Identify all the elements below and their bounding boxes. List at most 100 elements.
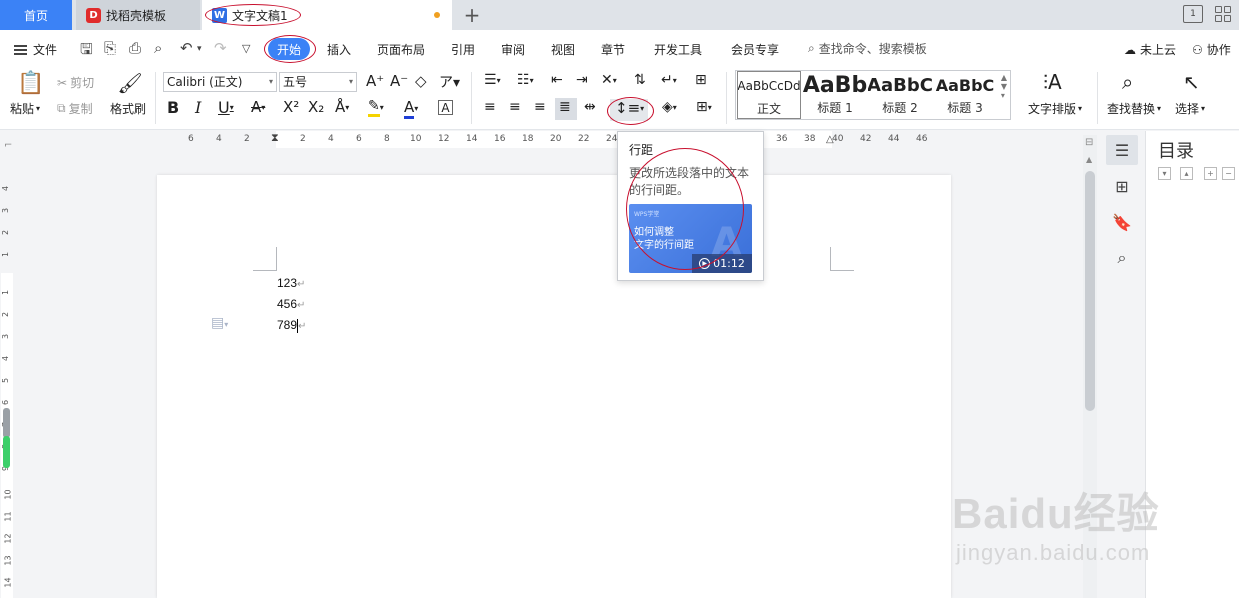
style-heading-1[interactable]: AaBb 标题 1: [803, 71, 867, 119]
clear-format-icon[interactable]: ◇: [415, 72, 427, 90]
font-size-select[interactable]: 五号 ▾: [279, 72, 357, 92]
vertical-ruler[interactable]: 4 3 2 1 1 2 3 4 5 6 7 8 9 10 11 12 13 14: [0, 148, 14, 598]
phonetic-guide-icon[interactable]: ア▾: [439, 72, 460, 92]
tooltip-video-thumbnail[interactable]: WPS学堂 A 如何调整 文字的行间距 ▶ 01:12: [629, 204, 752, 273]
menu-chapter[interactable]: 章节: [601, 41, 625, 58]
save-icon[interactable]: 🖫: [80, 39, 93, 64]
toc-expand-icon[interactable]: ▴: [1180, 167, 1193, 180]
line-spacing-icon[interactable]: ↕≡ ▾: [615, 99, 644, 117]
command-search[interactable]: ⌕ 查找命令、搜索模板: [808, 40, 927, 57]
copy-button[interactable]: ⧉ 复制: [57, 100, 93, 117]
collaborate-button[interactable]: ⚇ 协作: [1192, 41, 1231, 58]
sort-icon[interactable]: ⇅: [634, 72, 646, 88]
toc-panel-icon[interactable]: ☰: [1106, 135, 1138, 165]
show-marks-icon[interactable]: ↵ ▾: [661, 72, 677, 88]
strikethrough-icon[interactable]: A ▾: [251, 98, 265, 116]
toc-remove-icon[interactable]: −: [1222, 167, 1235, 180]
format-painter-icon[interactable]: 🖌: [117, 70, 142, 96]
file-menu[interactable]: 文件: [14, 41, 57, 58]
split-view-icon[interactable]: ⊟: [1085, 137, 1093, 148]
highlight-icon[interactable]: ✎ ▾: [368, 98, 384, 117]
align-left-icon[interactable]: ≡: [484, 99, 496, 115]
bold-icon[interactable]: B: [167, 98, 179, 117]
font-name-select[interactable]: Calibri (正文) ▾: [163, 72, 277, 92]
text-effect-icon[interactable]: Å ▾: [335, 98, 349, 116]
numbering-icon[interactable]: ☷ ▾: [517, 72, 534, 88]
paste-icon[interactable]: 📋: [14, 70, 48, 96]
customize-toolbar-icon[interactable]: ▽: [242, 42, 250, 55]
shrink-font-icon[interactable]: A⁻: [390, 72, 408, 90]
navigation-icon[interactable]: ⊞: [1106, 171, 1138, 201]
style-heading-2[interactable]: AaBbC 标题 2: [868, 71, 932, 119]
justify-icon[interactable]: ≣: [559, 99, 571, 115]
scrollbar-thumb[interactable]: [1085, 171, 1095, 411]
increase-indent-icon[interactable]: ⇥: [576, 72, 588, 88]
toc-collapse-icon[interactable]: ▾: [1158, 167, 1171, 180]
right-indent-marker-icon[interactable]: △: [826, 134, 834, 145]
find-replace-button[interactable]: 查找替换 ▾: [1107, 100, 1161, 117]
styles-scroll-icon[interactable]: ▲ ▼ ▾: [998, 73, 1010, 100]
tab-stops-icon[interactable]: ⊞: [695, 72, 707, 88]
bookmark-icon[interactable]: 🔖: [1106, 207, 1138, 237]
indent-marker-icon[interactable]: ⧗: [271, 131, 279, 145]
undo-icon[interactable]: ↶: [180, 39, 193, 57]
menu-view[interactable]: 视图: [551, 41, 575, 58]
print-icon[interactable]: ⎙: [129, 39, 141, 57]
paste-button[interactable]: 粘贴 ▾: [10, 100, 40, 117]
font-color-icon[interactable]: A ▾: [404, 98, 418, 119]
align-right-icon[interactable]: ≡: [534, 99, 546, 115]
tab-document[interactable]: W 文字文稿1: [202, 0, 452, 30]
doc-paragraph[interactable]: 123↵: [277, 276, 305, 290]
style-normal[interactable]: AaBbCcDd 正文: [737, 71, 801, 119]
new-tab-button[interactable]: +: [460, 0, 484, 30]
undo-dropdown-icon[interactable]: ▾: [197, 44, 202, 54]
scroll-up-icon[interactable]: ▲: [1086, 155, 1092, 164]
layout-mode-button[interactable]: 1: [1183, 5, 1203, 23]
superscript-icon[interactable]: X²: [283, 98, 299, 116]
align-center-icon[interactable]: ≡: [509, 99, 521, 115]
borders-icon[interactable]: ⊞ ▾: [696, 99, 712, 115]
tab-template[interactable]: D 找稻壳模板: [76, 0, 200, 30]
doc-paragraph[interactable]: 456↵: [277, 297, 305, 311]
menu-references[interactable]: 引用: [451, 41, 475, 58]
redo-icon[interactable]: ↷: [214, 39, 227, 57]
text-layout-label: 文字排版: [1028, 102, 1077, 116]
apps-grid-icon[interactable]: [1215, 6, 1231, 22]
style-heading-3[interactable]: AaBbC 标题 3: [933, 71, 997, 119]
select-cursor-icon[interactable]: ↖: [1183, 70, 1200, 94]
menu-developer[interactable]: 开发工具: [654, 41, 702, 58]
grow-font-icon[interactable]: A⁺: [366, 72, 384, 90]
select-button[interactable]: 选择 ▾: [1175, 100, 1205, 117]
tab-home[interactable]: 首页: [0, 0, 72, 30]
underline-icon[interactable]: U ▾: [218, 98, 234, 117]
format-painter-button[interactable]: 格式刷: [110, 100, 146, 117]
find-replace-icon[interactable]: ⌕: [1122, 70, 1133, 94]
toc-add-icon[interactable]: +: [1204, 167, 1217, 180]
vertical-scrollbar[interactable]: ⊟ ▲: [1083, 135, 1097, 598]
chinese-layout-icon[interactable]: ✕ ▾: [601, 72, 617, 88]
menu-insert[interactable]: 插入: [327, 41, 351, 58]
menu-start[interactable]: 开始: [268, 38, 310, 60]
shading-icon[interactable]: ◈ ▾: [662, 99, 677, 115]
search-icon[interactable]: ⌕: [1106, 243, 1138, 273]
subscript-icon[interactable]: X₂: [308, 98, 324, 116]
paragraph-handle-icon[interactable]: ▤▾: [211, 315, 228, 331]
distributed-icon[interactable]: ⇹: [584, 99, 596, 115]
horizontal-ruler[interactable]: 6 4 2 2 4 6 8 10 12 14 16 18 20 22 24 36…: [157, 131, 951, 148]
char-border-icon[interactable]: A: [438, 100, 453, 115]
menu-review[interactable]: 审阅: [501, 41, 525, 58]
export-icon[interactable]: ⎘: [104, 39, 116, 57]
italic-icon[interactable]: I: [195, 98, 201, 117]
menu-page-layout[interactable]: 页面布局: [377, 41, 425, 58]
menu-membership[interactable]: 会员专享: [731, 41, 779, 58]
bullets-icon[interactable]: ☰ ▾: [484, 72, 501, 88]
text-layout-button[interactable]: 文字排版 ▾: [1028, 100, 1082, 117]
text-layout-icon[interactable]: ⫶A: [1043, 70, 1062, 94]
ruler-label: 14: [3, 577, 13, 588]
doc-paragraph[interactable]: 789↵: [277, 318, 306, 333]
cut-button[interactable]: ✂ 剪切: [57, 74, 94, 91]
decrease-indent-icon[interactable]: ⇤: [551, 72, 563, 88]
document-page[interactable]: 123↵ 456↵ 789↵ ▤▾: [157, 175, 951, 598]
print-preview-icon[interactable]: ⌕: [154, 39, 162, 57]
cloud-status[interactable]: ☁ 未上云: [1124, 41, 1176, 58]
